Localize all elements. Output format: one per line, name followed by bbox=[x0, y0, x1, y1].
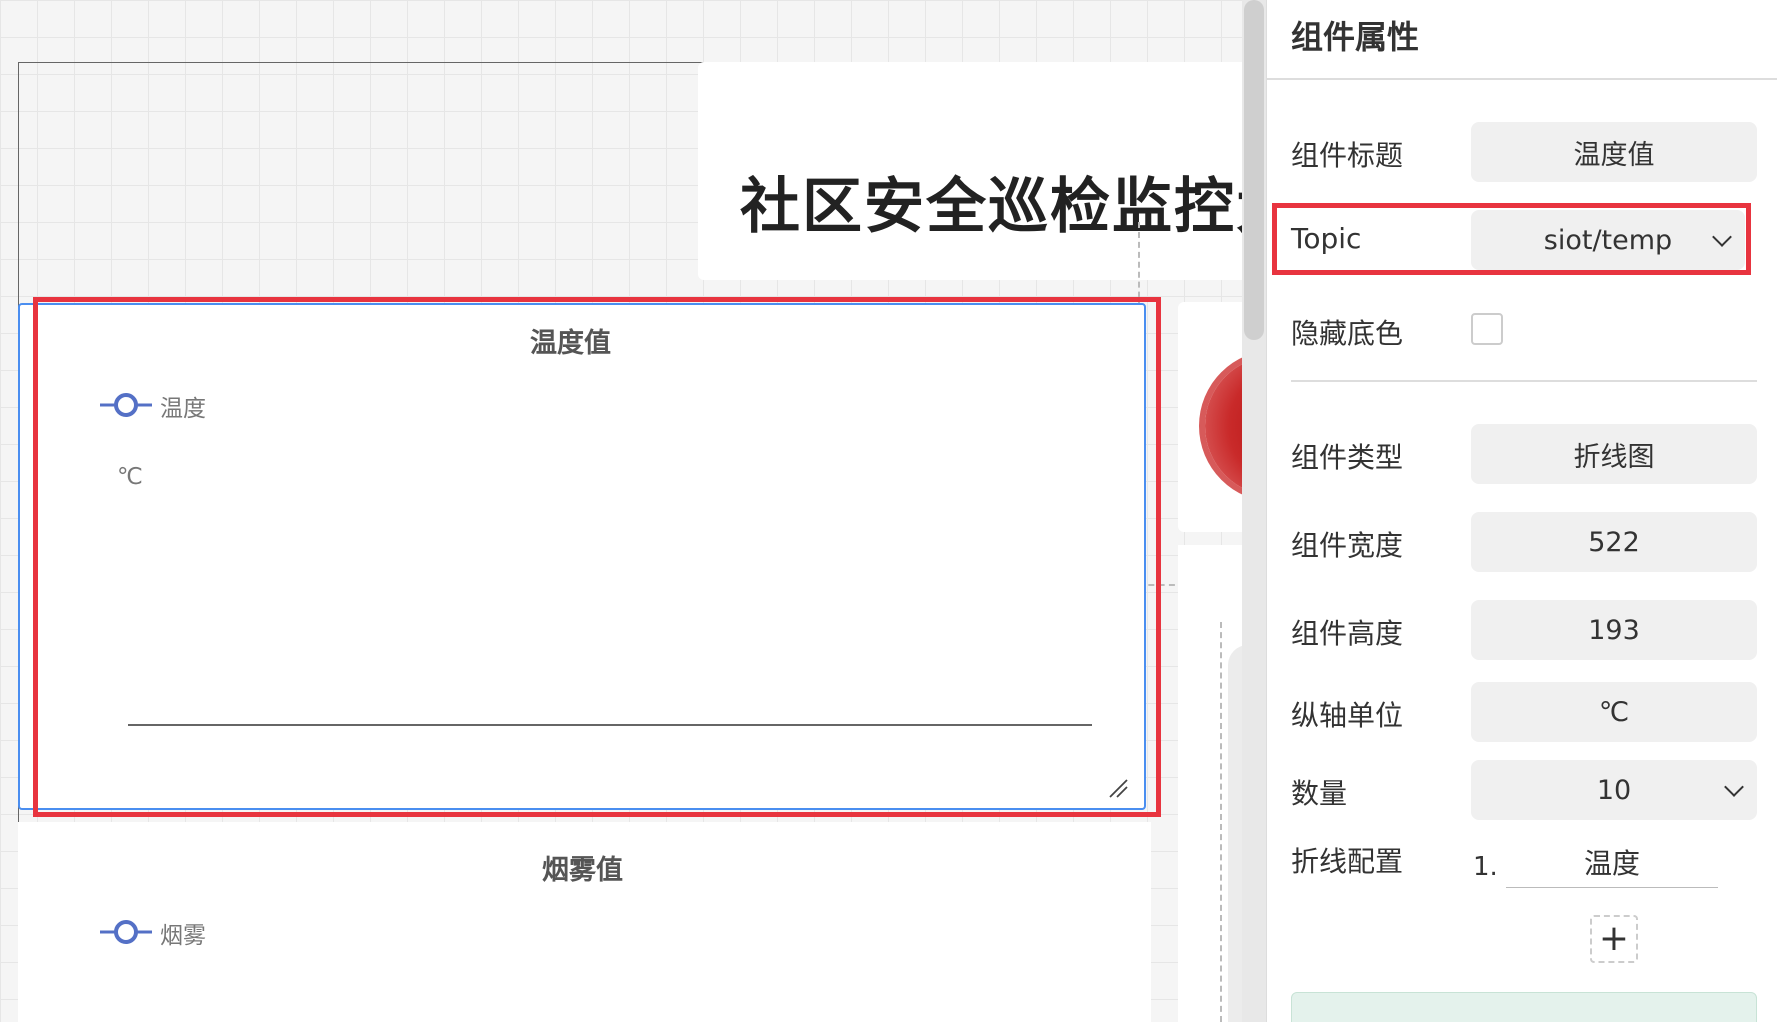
add-line-button[interactable]: + bbox=[1590, 915, 1638, 963]
y-axis-unit-label: 纵轴单位 bbox=[1291, 699, 1404, 732]
count-select-value: 10 bbox=[1596, 774, 1632, 806]
chart-title: 烟雾值 bbox=[542, 855, 623, 886]
x-axis-line bbox=[128, 724, 1092, 726]
line-circle-legend-icon[interactable] bbox=[100, 390, 152, 420]
line-config-label: 折线配置 bbox=[1291, 845, 1404, 878]
divider bbox=[1291, 380, 1757, 382]
legend-label: 烟雾 bbox=[160, 923, 206, 949]
chart-title: 温度值 bbox=[530, 328, 611, 359]
hide-background-checkbox[interactable] bbox=[1471, 313, 1503, 345]
chevron-down-icon bbox=[1712, 227, 1732, 247]
topic-select-value: siot/temp bbox=[1543, 224, 1673, 256]
legend-label: 温度 bbox=[160, 396, 206, 422]
component-width-label: 组件宽度 bbox=[1291, 529, 1404, 562]
count-label: 数量 bbox=[1291, 777, 1348, 810]
component-width-input[interactable]: 522 bbox=[1471, 512, 1757, 572]
line-config-index: 1. bbox=[1473, 852, 1498, 882]
component-height-input[interactable]: 193 bbox=[1471, 600, 1757, 660]
component-title-label: 组件标题 bbox=[1291, 139, 1404, 172]
action-box[interactable] bbox=[1291, 992, 1757, 1022]
scrollbar-thumb[interactable] bbox=[1244, 0, 1264, 340]
count-select[interactable]: 10 bbox=[1471, 760, 1757, 820]
component-height-label: 组件高度 bbox=[1291, 617, 1404, 650]
component-type-label: 组件类型 bbox=[1291, 441, 1404, 474]
resize-handle-icon[interactable] bbox=[1108, 778, 1128, 798]
line-config-name-input[interactable]: 温度 bbox=[1506, 840, 1718, 888]
temperature-chart-widget[interactable] bbox=[18, 303, 1146, 810]
hide-background-label: 隐藏底色 bbox=[1291, 317, 1404, 350]
y-axis-unit-input[interactable]: ℃ bbox=[1471, 682, 1757, 742]
panel-title: 组件属性 bbox=[1291, 18, 1420, 56]
topic-label: Topic bbox=[1291, 222, 1362, 255]
chevron-down-icon bbox=[1724, 777, 1744, 797]
line-circle-legend-icon[interactable] bbox=[100, 917, 152, 947]
component-title-input[interactable]: 温度值 bbox=[1471, 122, 1757, 182]
topic-select[interactable]: siot/temp bbox=[1471, 210, 1745, 270]
component-type-input[interactable]: 折线图 bbox=[1471, 424, 1757, 484]
divider bbox=[1266, 78, 1777, 80]
y-axis-unit: ℃ bbox=[117, 464, 143, 490]
